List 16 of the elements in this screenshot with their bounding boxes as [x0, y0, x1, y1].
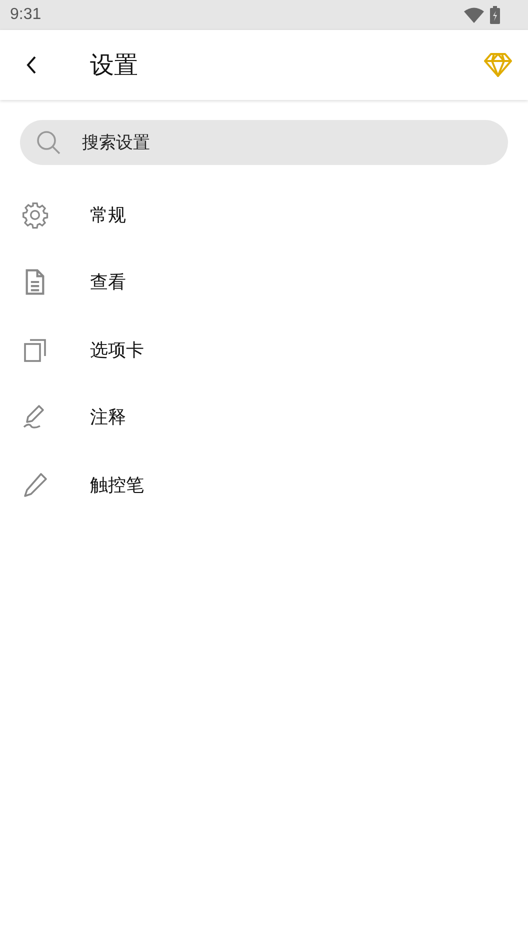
page-title: 设置: [90, 50, 139, 81]
copy-icon: [23, 336, 47, 363]
menu-item[interactable]: 查看: [0, 248, 528, 316]
battery-icon: [490, 6, 500, 24]
wifi-icon: [464, 7, 484, 23]
search-field[interactable]: 搜索设置: [20, 120, 508, 165]
settings-icon: [21, 200, 49, 229]
document-icon: [23, 268, 47, 296]
chevron-left-icon: [25, 55, 37, 75]
menu-item[interactable]: 选项卡: [0, 316, 528, 384]
menu-item[interactable]: 常规: [0, 181, 528, 248]
menu-item[interactable]: 触控笔: [0, 451, 528, 518]
search-icon: [36, 130, 62, 156]
status-time: 9:31: [10, 6, 42, 24]
menu-item[interactable]: 注释: [0, 384, 528, 451]
pencil-icon: [22, 472, 48, 498]
